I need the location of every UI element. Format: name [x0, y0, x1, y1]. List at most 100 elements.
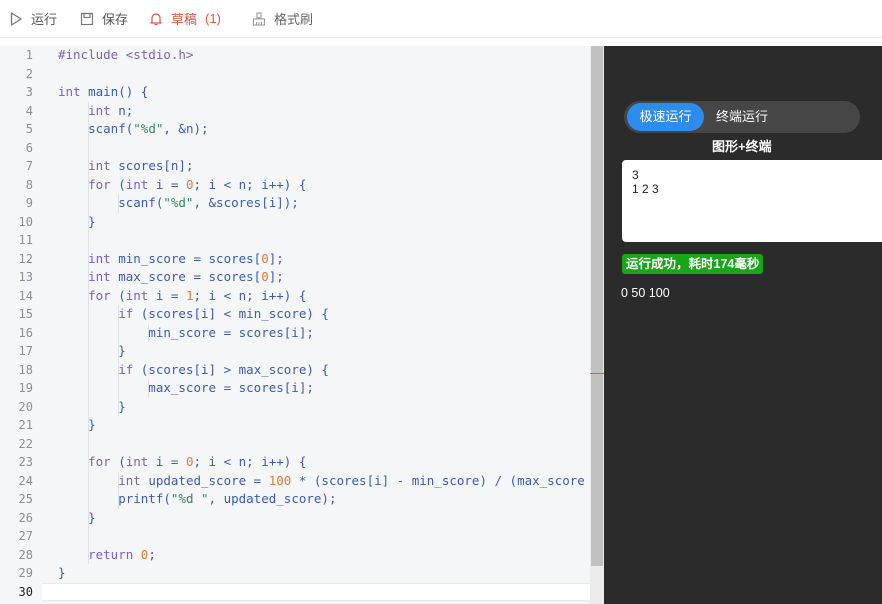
indent-guide	[148, 323, 149, 342]
line-number: 6	[25, 140, 33, 155]
status-badge: 运行成功，耗时174毫秒	[622, 254, 764, 274]
code-token: }	[58, 417, 96, 432]
indent-guide	[118, 194, 119, 213]
code-token: int	[118, 472, 141, 488]
code-token: int	[88, 269, 111, 284]
code-line: for (int i = 0; i < n; i++) {	[58, 453, 306, 472]
run-button[interactable]: 运行	[0, 0, 65, 38]
code-token: }	[58, 398, 126, 414]
terminal-run-tab[interactable]: 终端运行	[716, 103, 768, 131]
run-mode-toggle: 极速运行 终端运行	[624, 101, 860, 133]
code-token: , updated_score);	[208, 491, 337, 506]
code-token: (	[110, 454, 126, 469]
code-token: 0	[261, 250, 269, 266]
toolbar: 运行 保存 草稿 (1) 格式刷	[0, 0, 882, 38]
code-editor[interactable]: 1 2 3 4 5 6 7 8 9 10 11 12 13 14 15 16 17 18 19 20 21 22 23 24 2…	[0, 46, 590, 604]
code-token: scanf(	[58, 121, 134, 136]
code-token: scores[n];	[110, 158, 194, 173]
indent-guide	[88, 101, 89, 564]
code-token: scanf(	[58, 195, 164, 210]
line-number: 29	[18, 566, 33, 580]
code-line: }	[58, 509, 96, 528]
code-token: i =	[148, 454, 186, 469]
line-number: 25	[18, 492, 33, 506]
line-number: 7	[25, 159, 33, 173]
play-icon	[10, 11, 22, 26]
code-token: min_score = scores[i];	[58, 324, 314, 340]
code-token: main() {	[80, 84, 149, 99]
code-token: ; i < n; i++) {	[193, 287, 307, 303]
code-line: int scores[n];	[58, 157, 193, 176]
line-number: 15	[18, 307, 33, 321]
code-line: max_score = scores[i];	[58, 379, 314, 398]
code-token: max_score = scores[i];	[58, 380, 314, 395]
editor-scrollbar[interactable]	[590, 46, 604, 604]
line-number: 24	[18, 473, 33, 488]
code-token: * (scores[i] - min_score) / (max_score -	[291, 472, 590, 488]
code-line: scanf("%d", &scores[i]);	[58, 194, 299, 213]
code-token: (scores[i] > max_score) {	[133, 361, 329, 377]
line-number: 12	[18, 251, 33, 266]
fast-run-tab[interactable]: 极速运行	[627, 103, 704, 131]
line-number: 8	[25, 177, 33, 192]
code-line: #include <stdio.h>	[58, 46, 193, 65]
scrollbar-marker	[590, 373, 604, 374]
code-line: int main() {	[58, 83, 148, 102]
code-line: scanf("%d", &n);	[58, 120, 209, 139]
format-brush-icon	[252, 11, 265, 26]
indent-guide	[118, 305, 119, 416]
code-token: int	[125, 176, 149, 192]
code-token: "%d"	[133, 121, 164, 136]
code-token: int	[58, 84, 81, 99]
code-token: "%d "	[170, 491, 209, 506]
graphic-terminal-tab[interactable]: 图形+终端	[712, 136, 772, 155]
save-button[interactable]: 保存	[71, 0, 136, 38]
code-token: ];	[268, 269, 284, 284]
line-number: 23	[18, 455, 33, 469]
code-token: for	[88, 176, 111, 192]
stdin-input[interactable]: 31 2 3	[622, 160, 882, 242]
draft-button[interactable]: 草稿 (1)	[140, 0, 229, 38]
code-token: 0	[185, 454, 194, 469]
format-brush-button[interactable]: 格式刷	[243, 0, 321, 38]
code-token: , &n);	[163, 121, 209, 136]
save-icon	[80, 12, 94, 25]
code-token: i =	[148, 176, 186, 192]
line-number: 16	[18, 325, 33, 340]
line-number: 20	[18, 399, 33, 414]
line-number-gutter: 1 2 3 4 5 6 7 8 9 10 11 12 13 14 15 16 17 18 19 20 21 22 23 24 2…	[0, 46, 42, 604]
indent-guide	[118, 471, 119, 509]
line-number: 26	[18, 510, 33, 525]
code-token: , &scores[i]);	[193, 195, 299, 210]
line-number: 14	[18, 288, 33, 303]
code-content[interactable]: #include <stdio.h> int main() { int n; sc…	[58, 46, 590, 604]
code-token: 100	[268, 472, 292, 488]
code-token: ; i < n; i++) {	[193, 454, 307, 469]
code-token: int	[88, 158, 111, 173]
line-number: 9	[25, 196, 33, 210]
line-number: 17	[18, 344, 33, 358]
code-token: }	[58, 509, 96, 525]
program-output: 0 50 100	[621, 286, 670, 300]
line-number: 3	[25, 85, 33, 99]
line-number: 11	[18, 233, 33, 247]
stdin-line: 3	[632, 168, 639, 182]
code-token: ; i < n; i++) {	[193, 176, 307, 192]
code-token: int	[88, 102, 111, 118]
draft-count: (1)	[205, 11, 221, 26]
stdin-line: 1 2 3	[632, 182, 659, 196]
line-number: 22	[18, 436, 33, 451]
code-token: (	[110, 176, 126, 192]
code-token: #include <stdio.h>	[58, 47, 194, 62]
code-line: int max_score = scores[0];	[58, 268, 284, 287]
code-line: min_score = scores[i];	[58, 324, 314, 343]
scrollbar-thumb[interactable]	[591, 46, 603, 566]
code-token: printf(	[58, 491, 171, 506]
code-line: }	[58, 398, 126, 417]
save-label: 保存	[102, 12, 129, 27]
